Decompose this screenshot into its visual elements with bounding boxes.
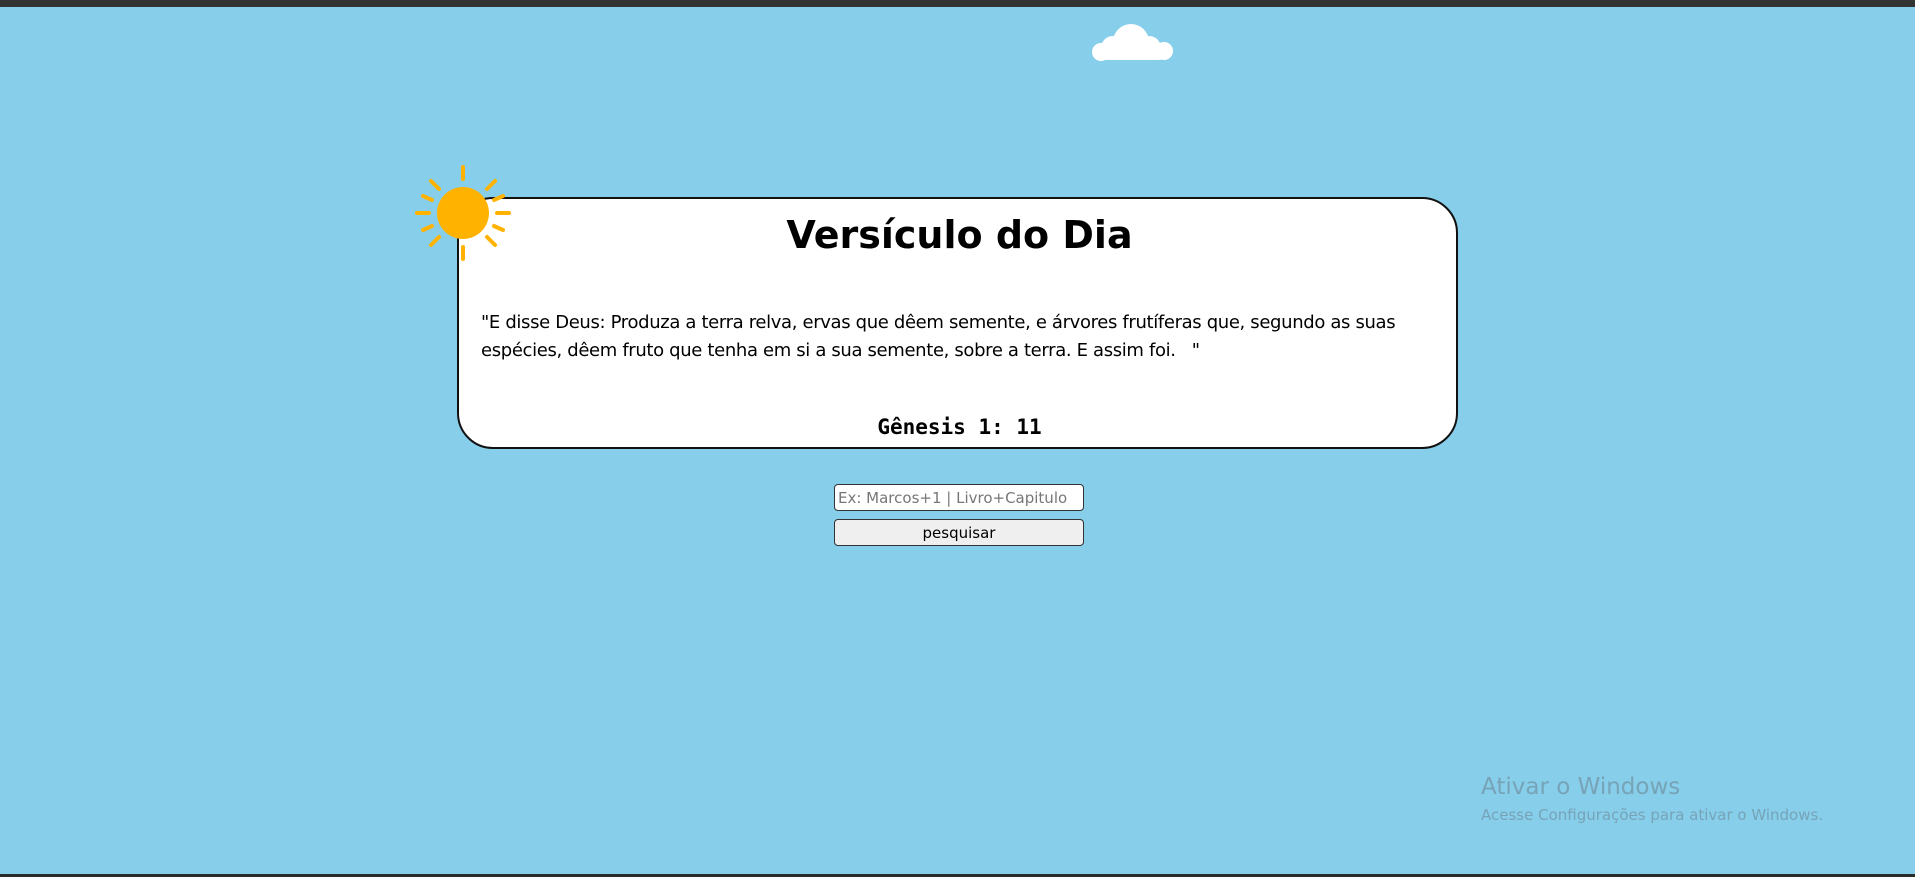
search-button[interactable]: pesquisar xyxy=(834,519,1084,546)
windows-activation-title: Ativar o Windows xyxy=(1481,774,1681,800)
windows-activation-subtitle: Acesse Configurações para ativar o Windo… xyxy=(1481,806,1824,824)
top-frame-strip xyxy=(0,0,1915,7)
verse-reference: Gênesis 1: 11 xyxy=(877,415,1042,439)
search-input[interactable] xyxy=(834,484,1084,511)
cloud-icon xyxy=(1092,24,1173,61)
verse-title: Versículo do Dia xyxy=(786,213,1133,257)
verse-text: "E disse Deus: Produza a terra relva, er… xyxy=(481,312,1401,361)
sun-icon xyxy=(415,165,511,261)
windows-activation-watermark: Ativar o Windows Acesse Configurações pa… xyxy=(1481,772,1901,825)
verse-of-the-day-card: Versículo do Dia "E disse Deus: Produza … xyxy=(457,197,1458,449)
